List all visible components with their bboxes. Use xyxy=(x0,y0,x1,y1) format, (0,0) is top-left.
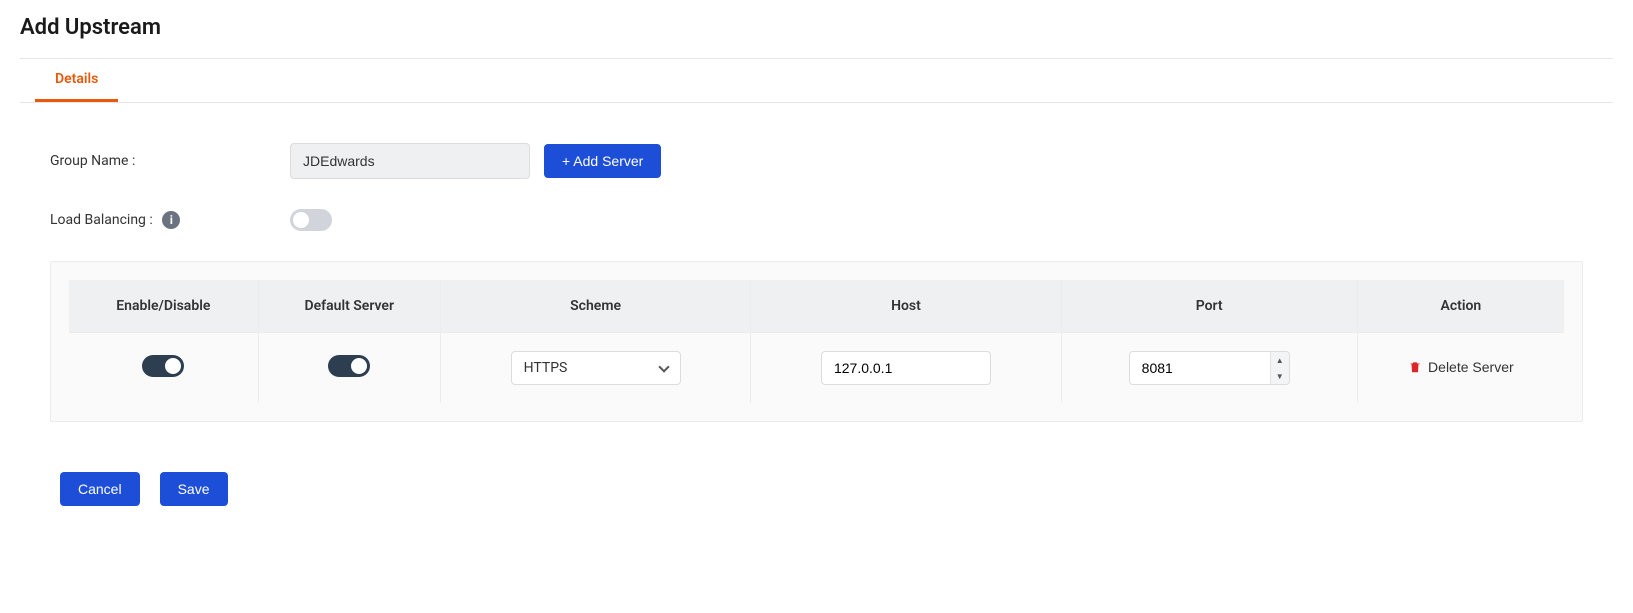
port-step-down[interactable]: ▼ xyxy=(1271,368,1289,384)
toggle-knob xyxy=(293,212,309,228)
delete-server-label: Delete Server xyxy=(1428,359,1514,375)
enable-toggle[interactable] xyxy=(142,355,184,377)
cancel-button[interactable]: Cancel xyxy=(60,472,140,506)
port-input[interactable] xyxy=(1130,352,1270,384)
save-button[interactable]: Save xyxy=(160,472,228,506)
footer-buttons: Cancel Save xyxy=(20,472,1613,506)
host-input[interactable] xyxy=(821,351,991,385)
group-name-label: Group Name : xyxy=(50,153,290,169)
tab-details[interactable]: Details xyxy=(35,59,118,102)
group-name-row: Group Name : + Add Server xyxy=(50,143,1613,179)
port-stepper: ▲ ▼ xyxy=(1270,352,1289,384)
group-name-input[interactable] xyxy=(290,143,530,179)
col-enable: Enable/Disable xyxy=(69,280,259,332)
default-server-toggle[interactable] xyxy=(328,355,370,377)
col-port: Port xyxy=(1062,280,1358,332)
col-default: Default Server xyxy=(259,280,441,332)
table-row: HTTPS ▲ ▼ xyxy=(69,332,1564,403)
chevron-down-icon xyxy=(658,361,669,372)
page-title: Add Upstream xyxy=(20,15,1613,40)
servers-table-wrap: Enable/Disable Default Server Scheme Hos… xyxy=(50,261,1583,422)
toggle-knob xyxy=(351,358,367,374)
load-balancing-toggle[interactable] xyxy=(290,209,332,231)
col-action: Action xyxy=(1358,280,1564,332)
load-balancing-row: Load Balancing : i xyxy=(50,209,1613,231)
delete-server-button[interactable]: Delete Server xyxy=(1408,359,1514,375)
info-icon[interactable]: i xyxy=(162,211,180,229)
scheme-value: HTTPS xyxy=(524,360,568,376)
col-host: Host xyxy=(751,280,1061,332)
scheme-select[interactable]: HTTPS xyxy=(511,351,681,385)
add-server-button[interactable]: + Add Server xyxy=(544,144,661,178)
servers-table: Enable/Disable Default Server Scheme Hos… xyxy=(69,280,1564,403)
form-area: Group Name : + Add Server Load Balancing… xyxy=(20,143,1613,231)
load-balancing-label-text: Load Balancing : xyxy=(50,212,153,228)
load-balancing-label: Load Balancing : i xyxy=(50,211,290,229)
port-input-wrap: ▲ ▼ xyxy=(1129,351,1290,385)
toggle-knob xyxy=(165,358,181,374)
port-step-up[interactable]: ▲ xyxy=(1271,352,1289,368)
tabs: Details xyxy=(20,59,1613,103)
col-scheme: Scheme xyxy=(441,280,751,332)
trash-icon xyxy=(1408,360,1422,374)
